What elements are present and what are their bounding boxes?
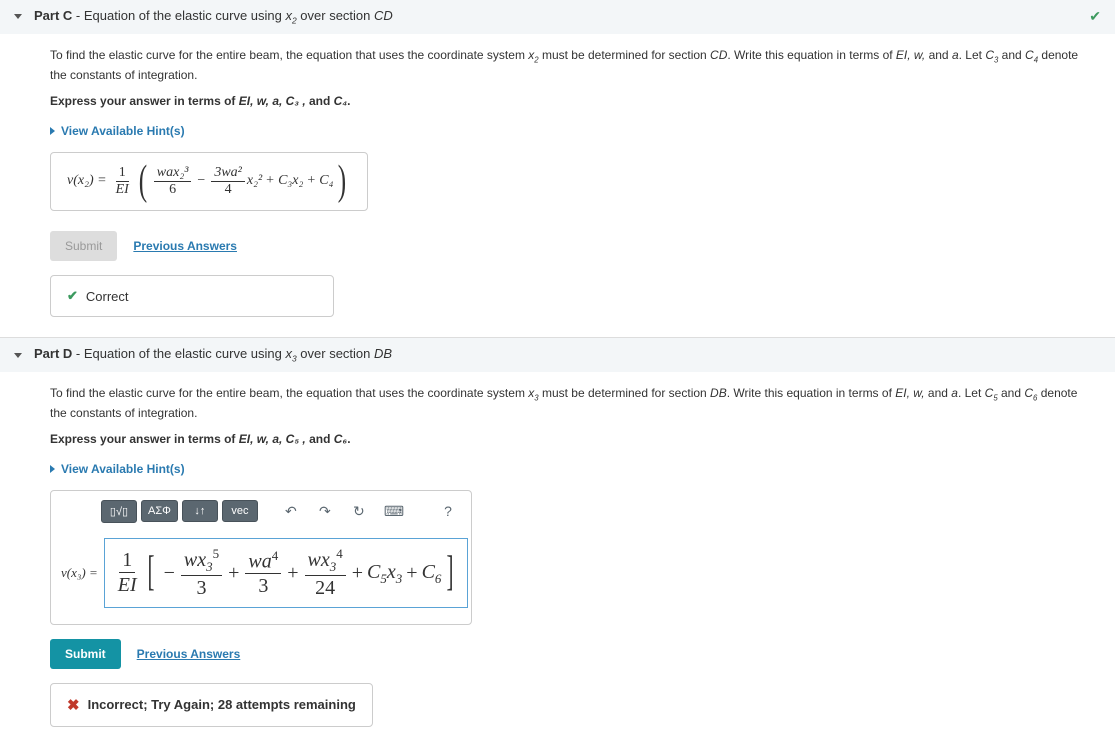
part-d: Part D - Equation of the elastic curve u… bbox=[0, 338, 1115, 747]
hints-toggle[interactable]: View Available Hint(s) bbox=[50, 462, 185, 476]
vector-tool-button[interactable]: vec bbox=[222, 500, 258, 522]
undo-button[interactable]: ↶ bbox=[276, 499, 306, 524]
subscript-tool-button[interactable]: ↓↑ bbox=[182, 500, 218, 522]
submit-button: Submit bbox=[50, 231, 117, 261]
previous-answers-link[interactable]: Previous Answers bbox=[133, 239, 237, 253]
check-icon: ✔ bbox=[1089, 8, 1101, 25]
triangle-right-icon bbox=[50, 465, 55, 473]
part-d-title: Part D - Equation of the elastic curve u… bbox=[34, 346, 1101, 364]
x-icon: ✖ bbox=[67, 696, 80, 714]
part-c: Part C - Equation of the elastic curve u… bbox=[0, 0, 1115, 338]
part-c-answer-box: v(x₂) = 1EI ( wax₂³6 − 3wa²4 x₂² + C₃x₂ … bbox=[50, 152, 368, 212]
equation-input[interactable]: 1EI [ − wx35 3 + wa4 3 + wx34 24 bbox=[104, 538, 469, 608]
hints-toggle[interactable]: View Available Hint(s) bbox=[50, 124, 185, 138]
caret-down-icon bbox=[14, 14, 22, 19]
editor-toolbar: ▯√▯ ΑΣΦ ↓↑ vec ↶ ↷ ↻ ⌨ ? bbox=[51, 491, 471, 532]
part-d-body: To find the elastic curve for the entire… bbox=[0, 372, 1115, 747]
help-button[interactable]: ? bbox=[433, 499, 463, 523]
part-d-header[interactable]: Part D - Equation of the elastic curve u… bbox=[0, 338, 1115, 372]
part-d-feedback: ✖ Incorrect; Try Again; 28 attempts rema… bbox=[50, 683, 373, 727]
redo-button[interactable]: ↷ bbox=[310, 499, 340, 524]
part-d-express: Express your answer in terms of EI, w, a… bbox=[50, 432, 1101, 446]
keyboard-button[interactable]: ⌨ bbox=[378, 499, 410, 524]
part-c-feedback: ✔ Correct bbox=[50, 275, 334, 317]
equation-input-row: v(x₃) = 1EI [ − wx35 3 + wa4 3 + bbox=[51, 532, 471, 624]
part-c-body: To find the elastic curve for the entire… bbox=[0, 34, 1115, 338]
part-c-title: Part C - Equation of the elastic curve u… bbox=[34, 8, 1101, 26]
equation-editor: ▯√▯ ΑΣΦ ↓↑ vec ↶ ↷ ↻ ⌨ ? v(x₃) = 1EI [ − bbox=[50, 490, 472, 625]
submit-button[interactable]: Submit bbox=[50, 639, 121, 669]
part-c-description: To find the elastic curve for the entire… bbox=[50, 46, 1090, 84]
template-tool-button[interactable]: ▯√▯ bbox=[101, 500, 137, 523]
equation-lhs: v(x₃) = bbox=[61, 565, 98, 581]
greek-tool-button[interactable]: ΑΣΦ bbox=[141, 500, 178, 522]
triangle-right-icon bbox=[50, 127, 55, 135]
reset-button[interactable]: ↻ bbox=[344, 499, 374, 524]
part-d-description: To find the elastic curve for the entire… bbox=[50, 384, 1090, 422]
caret-down-icon bbox=[14, 353, 22, 358]
part-c-header[interactable]: Part C - Equation of the elastic curve u… bbox=[0, 0, 1115, 34]
part-c-express: Express your answer in terms of EI, w, a… bbox=[50, 94, 1101, 108]
part-d-submit-row: Submit Previous Answers bbox=[50, 639, 1101, 669]
check-icon: ✔ bbox=[67, 288, 78, 304]
part-c-submit-row: Submit Previous Answers bbox=[50, 231, 1101, 261]
previous-answers-link[interactable]: Previous Answers bbox=[137, 647, 241, 661]
